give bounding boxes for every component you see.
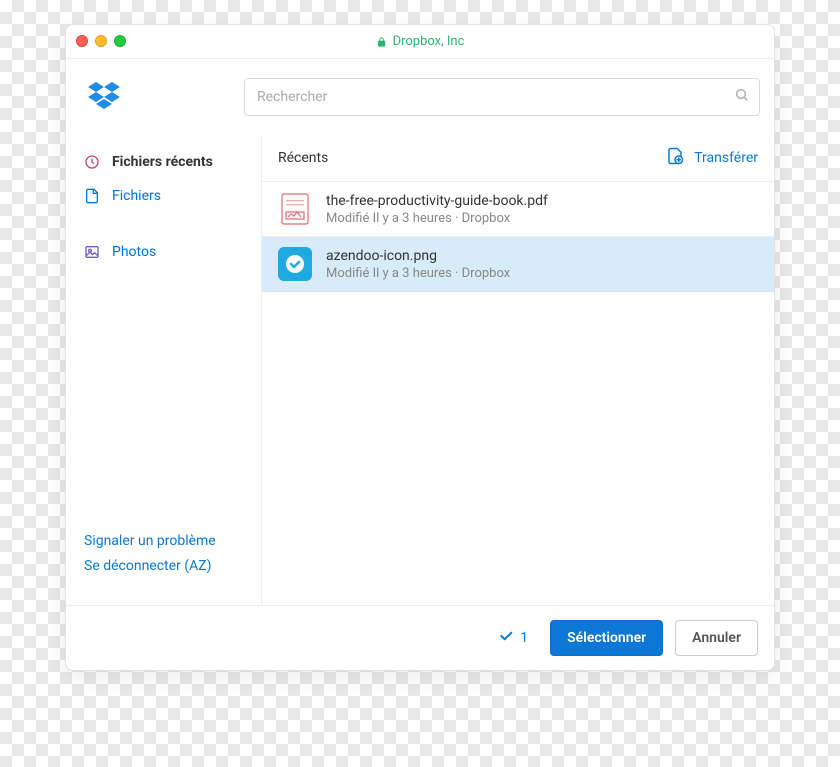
sidebar: Fichiers récents Fichiers Photos Signale [66, 135, 262, 605]
zoom-window-button[interactable] [114, 35, 126, 47]
title-center: Dropbox, Inc [376, 34, 465, 49]
upload-icon [666, 147, 684, 169]
file-item[interactable]: azendoo-icon.png Modifié Il y a 3 heures… [262, 237, 774, 292]
logout-link[interactable]: Se déconnecter (AZ) [84, 558, 211, 574]
window-title: Dropbox, Inc [393, 34, 465, 49]
nav-list: Fichiers récents Fichiers Photos [66, 145, 261, 519]
search-container [244, 78, 760, 116]
titlebar: Dropbox, Inc [66, 25, 774, 59]
sidebar-links: Signaler un problème Se déconnecter (AZ) [66, 519, 261, 595]
minimize-window-button[interactable] [95, 35, 107, 47]
sidebar-item-recent[interactable]: Fichiers récents [66, 145, 261, 179]
document-icon [84, 188, 100, 204]
file-item[interactable]: the-free-productivity-guide-book.pdf Mod… [262, 182, 774, 237]
file-subtitle: Modifié Il y a 3 heures · Dropbox [326, 211, 548, 226]
upload-button[interactable]: Transférer [666, 147, 758, 169]
main-panel: Récents Transférer [262, 135, 774, 605]
file-subtitle: Modifié Il y a 3 heures · Dropbox [326, 266, 510, 281]
file-picker-window: Dropbox, Inc [65, 24, 775, 671]
body: Fichiers récents Fichiers Photos Signale [66, 135, 774, 605]
file-meta: azendoo-icon.png Modifié Il y a 3 heures… [326, 248, 510, 281]
file-type-pdf-icon [278, 192, 312, 226]
report-problem-link[interactable]: Signaler un problème [84, 533, 216, 549]
close-window-button[interactable] [76, 35, 88, 47]
clock-icon [84, 154, 100, 170]
section-title: Récents [278, 150, 328, 166]
check-icon [498, 628, 514, 648]
file-type-image-icon [278, 247, 312, 281]
select-button[interactable]: Sélectionner [550, 620, 663, 656]
file-name: azendoo-icon.png [326, 248, 510, 264]
cancel-button[interactable]: Annuler [675, 620, 758, 656]
image-icon [84, 244, 100, 260]
upload-label: Transférer [694, 150, 758, 166]
section-header: Récents Transférer [262, 135, 774, 181]
sidebar-item-label: Photos [112, 244, 156, 260]
file-name: the-free-productivity-guide-book.pdf [326, 193, 548, 209]
header-row [66, 59, 774, 135]
sidebar-item-photos[interactable]: Photos [66, 235, 261, 269]
dropbox-logo [84, 77, 124, 117]
file-meta: the-free-productivity-guide-book.pdf Mod… [326, 193, 548, 226]
search-input[interactable] [244, 78, 760, 116]
lock-icon [376, 36, 387, 48]
selected-count: 1 [498, 628, 528, 648]
sidebar-item-label: Fichiers récents [112, 154, 213, 170]
sidebar-item-files[interactable]: Fichiers [66, 179, 261, 213]
footer: 1 Sélectionner Annuler [66, 605, 774, 670]
search-icon [734, 87, 750, 107]
sidebar-item-label: Fichiers [112, 188, 161, 204]
selected-count-value: 1 [520, 630, 528, 646]
file-list: the-free-productivity-guide-book.pdf Mod… [262, 181, 774, 292]
window-controls [76, 35, 126, 47]
